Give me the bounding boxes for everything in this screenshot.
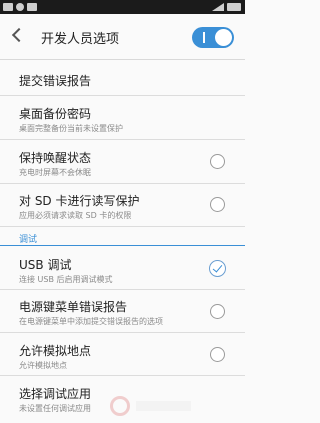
section-label: 调试 <box>19 235 38 245</box>
item-title: 提交错误报告 <box>19 74 92 88</box>
toggle-on-indicator-icon <box>203 32 205 43</box>
item-title: 桌面备份密码 <box>19 107 92 121</box>
sd-card-protect-checkbox[interactable] <box>210 197 225 212</box>
notification-icon <box>27 3 37 11</box>
watermark-ring-icon <box>110 396 130 416</box>
item-title: 保持唤醒状态 <box>19 151 92 165</box>
watermark-text-block <box>136 401 191 411</box>
power-menu-bug-report-checkbox[interactable] <box>210 304 225 319</box>
usb-debugging-checkbox[interactable] <box>209 260 226 277</box>
notification-icon <box>3 3 13 11</box>
desktop-backup-password-item[interactable]: 桌面备份密码 桌面完整备份当前未设置保护 <box>0 97 245 140</box>
bug-report-item[interactable]: 提交错误报告 <box>0 61 245 96</box>
stay-awake-item[interactable]: 保持唤醒状态 充电时屏幕不会休眠 <box>0 141 245 184</box>
item-subtitle: 连接 USB 后启用调试模式 <box>19 275 113 284</box>
status-bar <box>0 0 245 14</box>
mock-locations-item[interactable]: 允许模拟地点 允许模拟地点 <box>0 334 245 376</box>
app-bar: 开发人员选项 <box>0 14 245 60</box>
item-subtitle: 允许模拟地点 <box>19 361 67 370</box>
power-menu-bug-report-item[interactable]: 电源键菜单错误报告 在电源键菜单中添加提交错误报告的选项 <box>0 291 245 333</box>
item-title: 选择调试应用 <box>19 387 92 401</box>
mock-locations-checkbox[interactable] <box>210 347 225 362</box>
battery-icon <box>227 3 241 11</box>
item-subtitle: 应用必须请求读取 SD 卡的权限 <box>19 211 132 220</box>
page-title: 开发人员选项 <box>41 32 120 47</box>
usb-debugging-item[interactable]: USB 调试 连接 USB 后启用调试模式 <box>0 248 245 290</box>
section-header-debugging: 调试 <box>0 228 245 246</box>
signal-icon <box>212 3 224 11</box>
item-title: USB 调试 <box>19 258 72 272</box>
item-subtitle: 在电源键菜单中添加提交错误报告的选项 <box>19 317 163 326</box>
back-arrow-icon[interactable] <box>11 27 27 43</box>
toggle-knob <box>215 29 232 46</box>
item-subtitle: 充电时屏幕不会休眠 <box>19 168 91 177</box>
item-title: 电源键菜单错误报告 <box>19 300 128 314</box>
item-title: 对 SD 卡进行读写保护 <box>19 194 140 208</box>
item-subtitle: 未设置任何调试应用 <box>19 404 91 413</box>
developer-options-toggle[interactable] <box>192 27 234 48</box>
sd-card-protect-item[interactable]: 对 SD 卡进行读写保护 应用必须请求读取 SD 卡的权限 <box>0 185 245 227</box>
notification-icon <box>16 3 24 11</box>
watermark-logo <box>110 392 195 420</box>
item-subtitle: 桌面完整备份当前未设置保护 <box>19 124 123 133</box>
stay-awake-checkbox[interactable] <box>210 154 225 169</box>
item-title: 允许模拟地点 <box>19 344 92 358</box>
